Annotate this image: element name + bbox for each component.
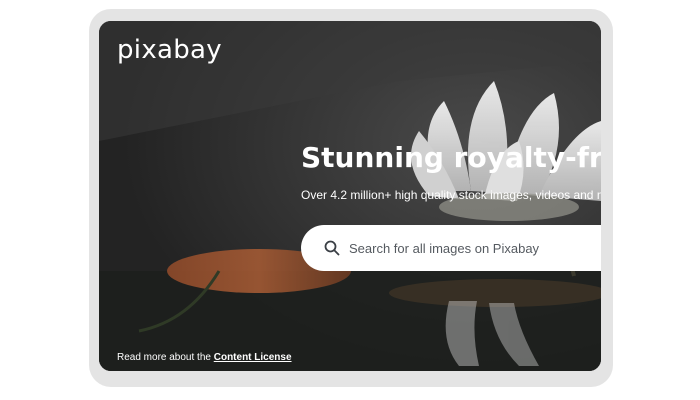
content-license-note: Read more about the Content License [117,352,292,364]
hero-section: pixabay Stunning royalty-free Over 4.2 m… [99,21,601,371]
pixabay-logo[interactable]: pixabay [117,34,222,66]
content-license-link[interactable]: Content License [214,352,292,363]
license-note-prefix: Read more about the [117,352,211,363]
search-input[interactable] [349,233,601,263]
search-bar[interactable] [301,225,601,271]
device-frame: pixabay Stunning royalty-free Over 4.2 m… [89,9,613,387]
hero-headline: Stunning royalty-free [301,141,601,174]
search-icon[interactable] [323,239,341,257]
hero-subheadline: Over 4.2 million+ high quality stock ima… [301,188,601,202]
